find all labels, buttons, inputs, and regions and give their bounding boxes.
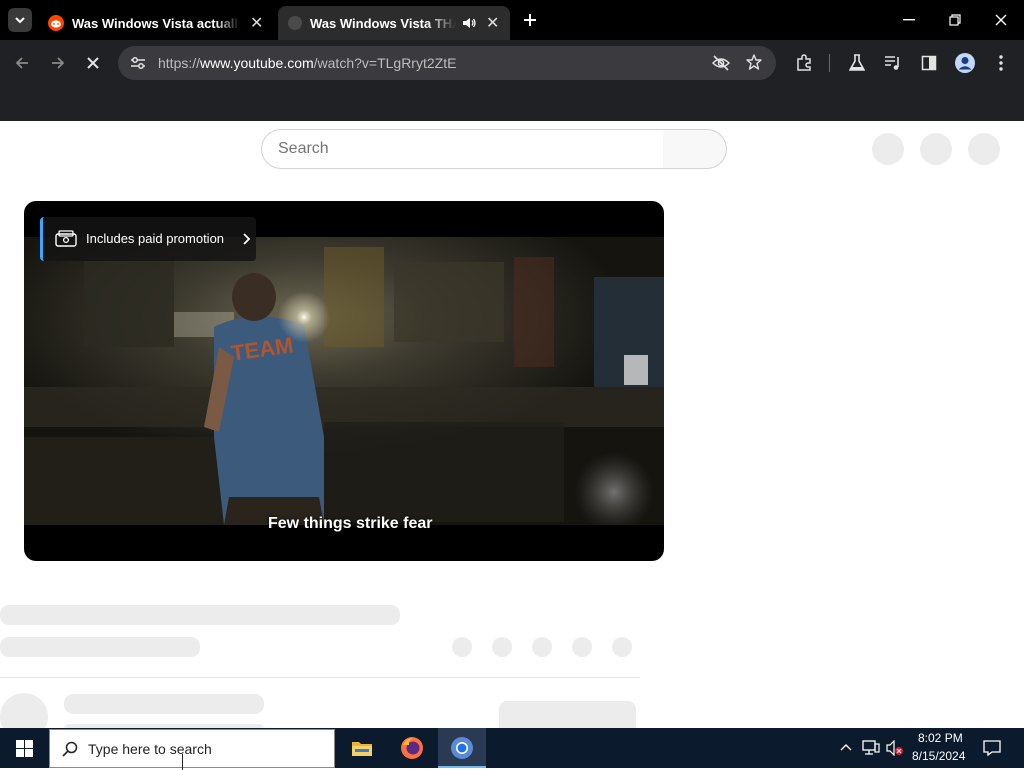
address-bar[interactable]: https://www.youtube.com/watch?v=TLgRryt2… [118, 46, 776, 80]
minimize-icon [903, 19, 915, 21]
taskbar-file-explorer[interactable] [338, 728, 386, 768]
speaker-icon[interactable] [462, 16, 476, 30]
chevron-down-icon [15, 17, 25, 24]
back-button[interactable] [7, 48, 37, 78]
puzzle-icon [797, 54, 811, 71]
skeleton-subtitle-line [0, 637, 200, 657]
bookmark-bar [0, 86, 1024, 121]
skeleton-avatar [968, 133, 1000, 165]
kebab-menu-icon [999, 55, 1003, 71]
stop-loading-button[interactable] [78, 48, 108, 78]
firefox-icon [401, 737, 423, 759]
skeleton-channel-name [64, 694, 264, 714]
tab-search-button[interactable] [8, 8, 32, 32]
extensions-button[interactable] [789, 48, 819, 78]
tab-close-icon[interactable]: ✕ [486, 13, 499, 33]
folder-icon [352, 742, 372, 756]
side-panel-button[interactable] [914, 48, 944, 78]
forward-button[interactable] [43, 48, 73, 78]
profile-button[interactable] [950, 48, 980, 78]
chrome-icon [451, 737, 473, 759]
close-window-button[interactable] [978, 0, 1024, 40]
youtube-search-input[interactable]: Search [261, 129, 664, 169]
skeleton-action-icon [452, 637, 472, 657]
youtube-icon [288, 16, 302, 30]
divider [0, 677, 640, 678]
clock-time[interactable]: 8:02 PM [918, 731, 963, 745]
video-frame: TEAM [24, 237, 664, 525]
tab-reddit[interactable]: Was Windows Vista actually bad ✕ [38, 6, 274, 40]
arrow-left-icon [15, 57, 28, 69]
taskbar: Type here to search 8:02 PM 8/15/2024 [0, 728, 1024, 770]
skeleton-icon [872, 133, 904, 165]
chevron-up-icon[interactable] [840, 742, 852, 752]
arrow-right-icon [52, 57, 65, 69]
skeleton-title-line [0, 605, 400, 625]
browser-toolbar: https://www.youtube.com/watch?v=TLgRryt2… [0, 40, 1024, 86]
paid-promotion-banner[interactable]: Includes paid promotion [40, 217, 256, 261]
skeleton-action-icon [612, 637, 632, 657]
tab-title: Was Windows Vista actually bad [72, 15, 240, 31]
close-icon [87, 57, 99, 69]
clock-date[interactable]: 8/15/2024 [912, 749, 965, 763]
site-info-icon[interactable] [130, 56, 146, 70]
menu-button[interactable] [986, 48, 1016, 78]
labs-button[interactable] [842, 48, 872, 78]
taskbar-chrome[interactable] [438, 728, 486, 768]
music-queue-icon [885, 56, 899, 70]
network-icon[interactable] [862, 740, 880, 756]
paid-promotion-icon [55, 230, 77, 247]
paid-promotion-label: Includes paid promotion [86, 231, 225, 246]
url-text: https://www.youtube.com/watch?v=TLgRryt2… [158, 55, 457, 71]
skeleton-action-icon [532, 637, 552, 657]
skeleton-action-icon [492, 637, 512, 657]
media-control-button[interactable] [878, 48, 908, 78]
skeleton-icon [920, 133, 952, 165]
windows-logo-icon [15, 739, 33, 757]
youtube-search-button[interactable] [663, 129, 727, 169]
restore-button[interactable] [932, 0, 978, 40]
tab-strip: Was Windows Vista actually bad ✕ Was Win… [0, 0, 1024, 40]
video-caption: Few things strike fear [268, 515, 433, 532]
avatar-icon [955, 53, 975, 73]
side-panel-icon [921, 55, 937, 71]
taskbar-search-placeholder: Type here to search [88, 741, 212, 757]
minimize-button[interactable] [886, 0, 932, 40]
eye-off-icon[interactable] [712, 55, 730, 71]
notification-icon[interactable] [983, 740, 1001, 756]
video-player[interactable]: TEAM Includes paid promotion Few things … [24, 201, 664, 561]
toolbar-divider [829, 54, 830, 72]
search-placeholder: Search [278, 140, 329, 157]
chevron-right-icon [243, 233, 250, 245]
taskbar-search-box[interactable]: Type here to search [49, 729, 335, 770]
reddit-icon [48, 15, 64, 31]
tab-youtube[interactable]: Was Windows Vista THAT bad ✕ [278, 6, 510, 40]
tab-close-icon[interactable]: ✕ [250, 13, 263, 33]
star-icon[interactable] [746, 54, 762, 70]
tab-title: Was Windows Vista THAT bad [310, 15, 456, 31]
speaker-muted-icon[interactable] [886, 740, 904, 756]
plus-icon[interactable] [522, 12, 538, 28]
taskbar-firefox[interactable] [388, 728, 436, 768]
flask-icon [849, 54, 865, 71]
restore-icon [949, 14, 961, 26]
search-icon [62, 741, 78, 757]
close-icon [995, 14, 1007, 26]
skeleton-action-icon [572, 637, 592, 657]
start-button[interactable] [0, 728, 48, 768]
